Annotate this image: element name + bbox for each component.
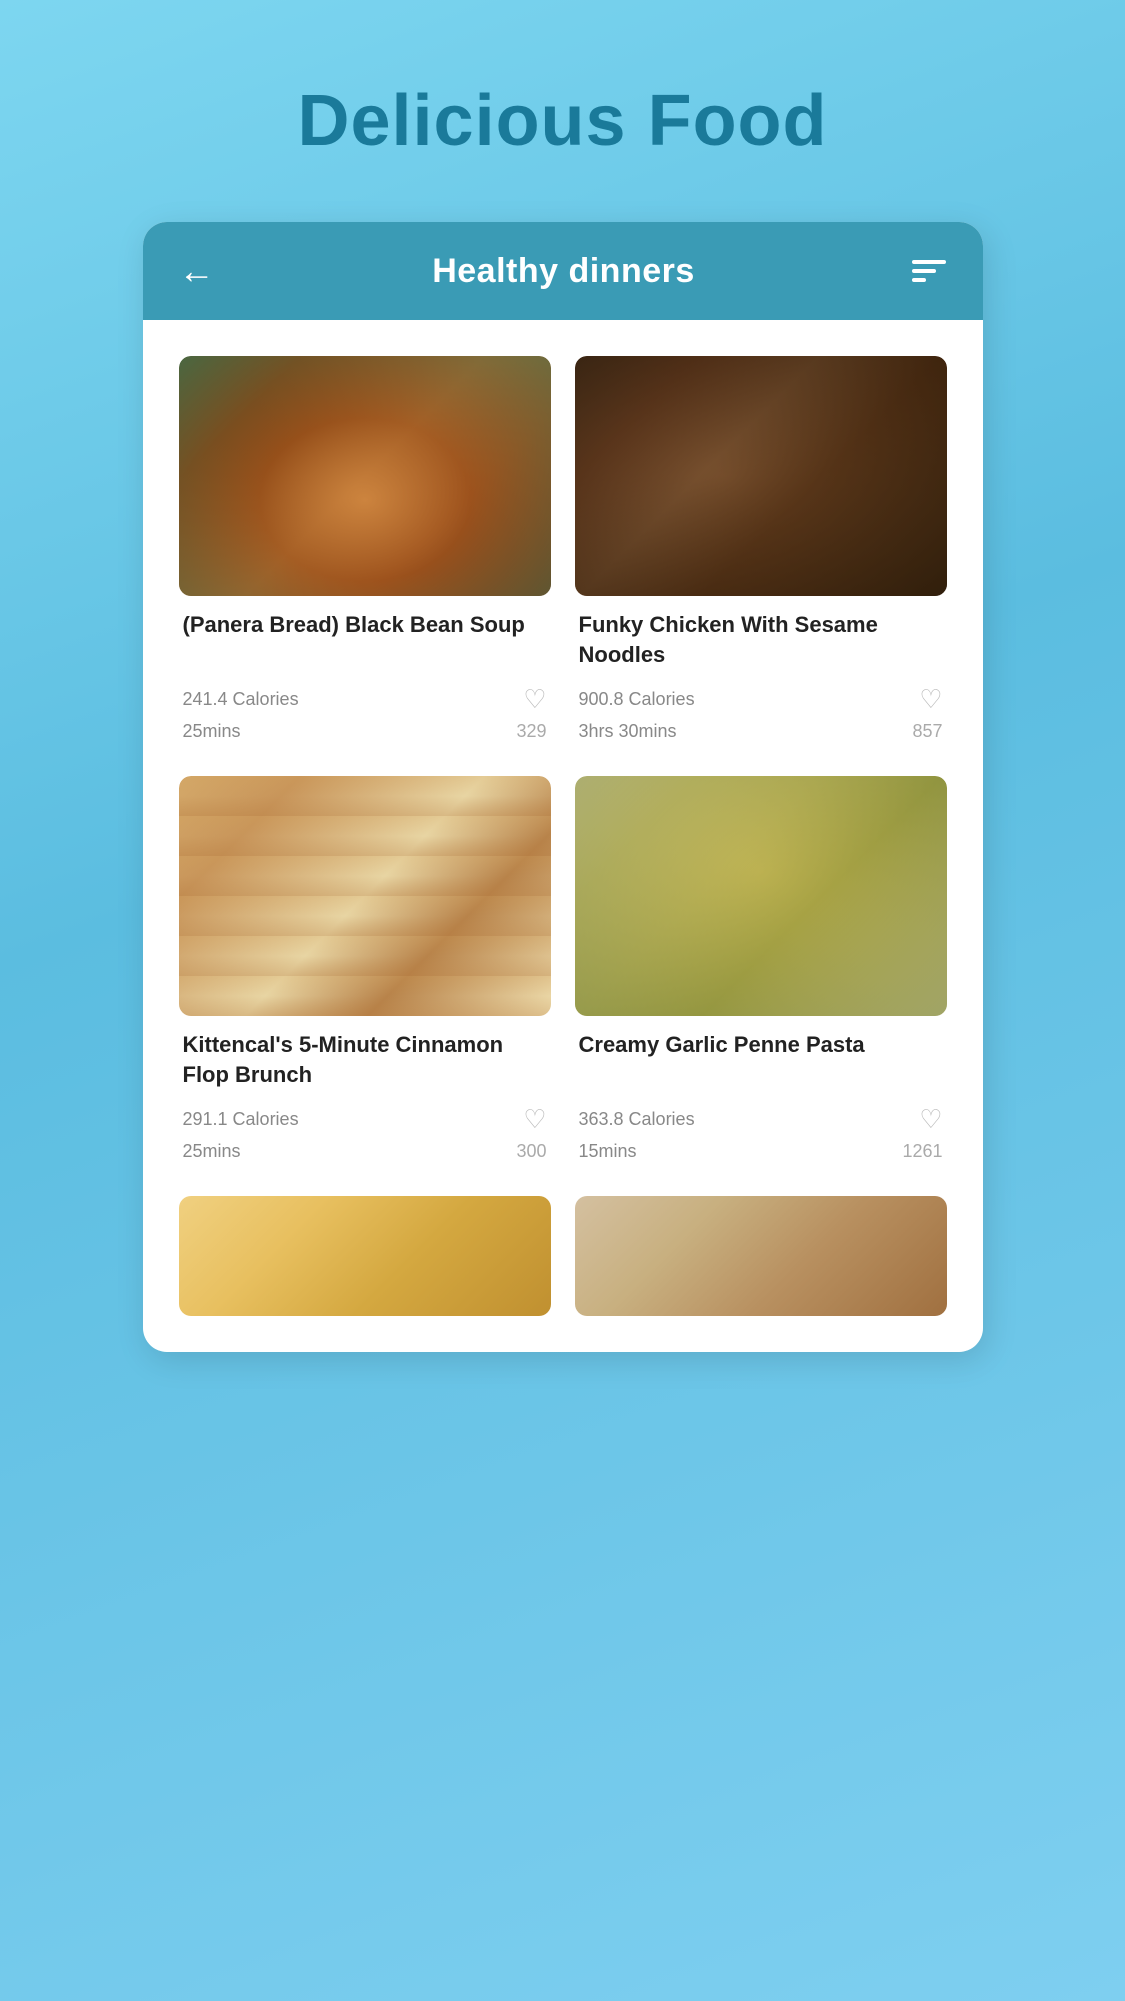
- main-card: ← Healthy dinners (Panera Bread) Black B…: [143, 222, 983, 1352]
- recipe-meta-3: 291.1 Calories ♡: [183, 1104, 547, 1135]
- recipe-likes-3: 300: [516, 1141, 546, 1162]
- recipe-meta-2: 900.8 Calories ♡: [579, 684, 943, 715]
- recipe-likes-1: 329: [516, 721, 546, 742]
- recipe-card-3[interactable]: Kittencal's 5-Minute Cinnamon Flop Brunc…: [179, 776, 551, 1172]
- recipe-card-4[interactable]: Creamy Garlic Penne Pasta 363.8 Calories…: [575, 776, 947, 1172]
- filter-icon-line3: [912, 278, 926, 282]
- recipe-name-2: Funky Chicken With Sesame Noodles: [579, 610, 943, 670]
- header-title: Healthy dinners: [432, 252, 695, 291]
- bottom-partial-row: [143, 1184, 983, 1352]
- recipe-meta-1: 241.4 Calories ♡: [183, 684, 547, 715]
- filter-icon-line2: [912, 269, 936, 273]
- partial-image-2[interactable]: [575, 1196, 947, 1316]
- recipe-info-3: Kittencal's 5-Minute Cinnamon Flop Brunc…: [179, 1016, 551, 1172]
- back-button[interactable]: ←: [179, 250, 215, 292]
- recipe-time-1: 25mins: [183, 721, 241, 742]
- recipe-calories-2: 900.8 Calories: [579, 689, 695, 710]
- recipe-info-2: Funky Chicken With Sesame Noodles 900.8 …: [575, 596, 947, 752]
- recipe-card-1[interactable]: (Panera Bread) Black Bean Soup 241.4 Cal…: [179, 356, 551, 752]
- recipe-name-3: Kittencal's 5-Minute Cinnamon Flop Brunc…: [183, 1030, 547, 1090]
- recipe-image-2: [575, 356, 947, 596]
- heart-icon-4[interactable]: ♡: [919, 1104, 942, 1135]
- recipe-time-3: 25mins: [183, 1141, 241, 1162]
- recipe-time-row-1: 25mins 329: [183, 721, 547, 742]
- recipe-time-4: 15mins: [579, 1141, 637, 1162]
- filter-button[interactable]: [912, 260, 946, 282]
- heart-icon-1[interactable]: ♡: [523, 684, 546, 715]
- recipe-name-1: (Panera Bread) Black Bean Soup: [183, 610, 547, 670]
- recipe-image-1: [179, 356, 551, 596]
- recipe-meta-4: 363.8 Calories ♡: [579, 1104, 943, 1135]
- heart-icon-3[interactable]: ♡: [523, 1104, 546, 1135]
- recipe-name-4: Creamy Garlic Penne Pasta: [579, 1030, 943, 1090]
- page-title: Delicious Food: [297, 80, 827, 162]
- recipe-calories-4: 363.8 Calories: [579, 1109, 695, 1130]
- recipe-likes-2: 857: [912, 721, 942, 742]
- recipe-info-4: Creamy Garlic Penne Pasta 363.8 Calories…: [575, 1016, 947, 1172]
- recipe-image-4: [575, 776, 947, 1016]
- recipe-time-row-2: 3hrs 30mins 857: [579, 721, 943, 742]
- heart-icon-2[interactable]: ♡: [919, 684, 942, 715]
- recipe-calories-1: 241.4 Calories: [183, 689, 299, 710]
- recipe-info-1: (Panera Bread) Black Bean Soup 241.4 Cal…: [179, 596, 551, 752]
- recipe-image-3: [179, 776, 551, 1016]
- recipe-time-2: 3hrs 30mins: [579, 721, 677, 742]
- recipe-likes-4: 1261: [902, 1141, 942, 1162]
- recipe-time-row-4: 15mins 1261: [579, 1141, 943, 1162]
- filter-icon-line1: [912, 260, 946, 264]
- header-bar: ← Healthy dinners: [143, 222, 983, 320]
- partial-image-1[interactable]: [179, 1196, 551, 1316]
- recipe-grid: (Panera Bread) Black Bean Soup 241.4 Cal…: [143, 320, 983, 1184]
- recipe-calories-3: 291.1 Calories: [183, 1109, 299, 1130]
- recipe-card-2[interactable]: Funky Chicken With Sesame Noodles 900.8 …: [575, 356, 947, 752]
- recipe-time-row-3: 25mins 300: [183, 1141, 547, 1162]
